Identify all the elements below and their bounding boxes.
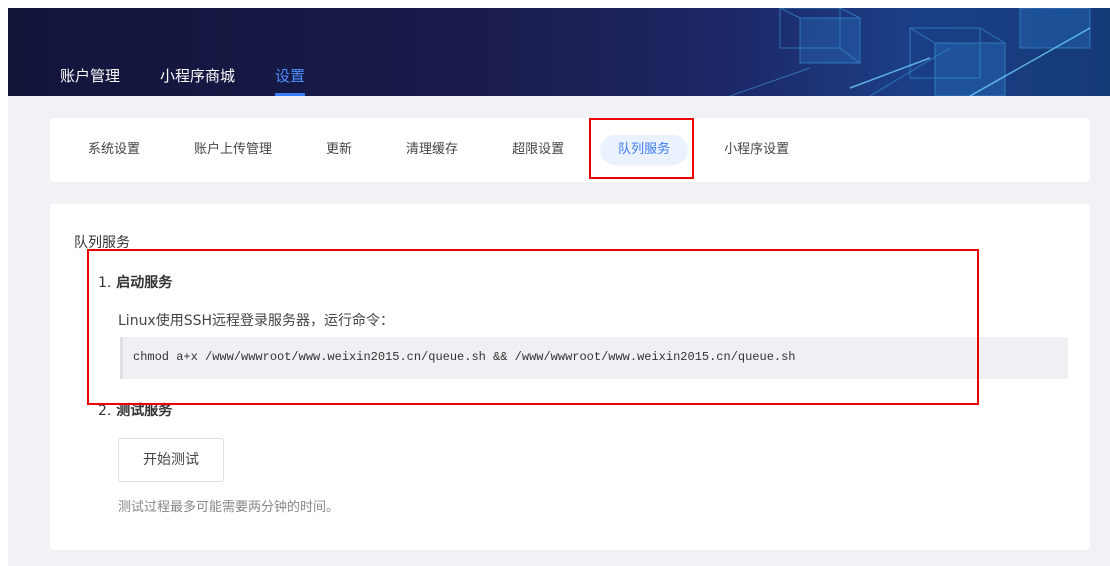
step1-title: 启动服务: [116, 275, 173, 291]
sub-tab-mini-program-settings[interactable]: 小程序设置: [706, 135, 807, 165]
sub-tab-update[interactable]: 更新: [308, 135, 370, 165]
top-tab-account-management[interactable]: 账户管理: [60, 8, 120, 96]
step2-title: 测试服务: [116, 403, 173, 419]
top-tab-settings[interactable]: 设置: [275, 8, 306, 96]
start-test-button[interactable]: 开始测试: [118, 438, 224, 482]
page: 账户管理 小程序商城 设置 系统设置 账户上传管理 更新 清理缓存 超限设置 队…: [8, 8, 1110, 566]
section-title: 队列服务: [74, 235, 130, 251]
test-hint: 测试过程最多可能需要两分钟的时间。: [118, 500, 340, 515]
header-decoration: [729, 8, 1091, 96]
sub-tab-queue-service[interactable]: 队列服务: [600, 135, 689, 165]
step2-number: 2.: [98, 403, 112, 419]
top-tab-mini-program-mall[interactable]: 小程序商城: [160, 8, 235, 96]
sub-tab-clear-cache[interactable]: 清理缓存: [388, 135, 476, 165]
top-header: 账户管理 小程序商城 设置: [8, 8, 1110, 96]
step1-heading: 1. 启动服务: [98, 272, 172, 292]
sub-tabs-card: 系统设置 账户上传管理 更新 清理缓存 超限设置 队列服务 小程序设置: [50, 118, 1090, 182]
sub-tabs: 系统设置 账户上传管理 更新 清理缓存 超限设置 队列服务 小程序设置: [70, 118, 825, 182]
step1-number: 1.: [98, 275, 112, 291]
sub-tab-limit-settings[interactable]: 超限设置: [494, 135, 582, 165]
step2-heading: 2. 测试服务: [98, 400, 172, 420]
sub-tab-system-settings[interactable]: 系统设置: [70, 135, 158, 165]
top-nav: 账户管理 小程序商城 设置: [60, 8, 345, 96]
command-text[interactable]: chmod a+x /www/wwwroot/www.weixin2015.cn…: [133, 350, 796, 364]
command-block[interactable]: chmod a+x /www/wwwroot/www.weixin2015.cn…: [120, 337, 1068, 379]
step1-description: Linux使用SSH远程登录服务器，运行命令：: [118, 313, 395, 329]
sub-tab-account-upload[interactable]: 账户上传管理: [176, 135, 290, 165]
queue-service-panel: 队列服务 1. 启动服务 Linux使用SSH远程登录服务器，运行命令： chm…: [50, 204, 1090, 550]
